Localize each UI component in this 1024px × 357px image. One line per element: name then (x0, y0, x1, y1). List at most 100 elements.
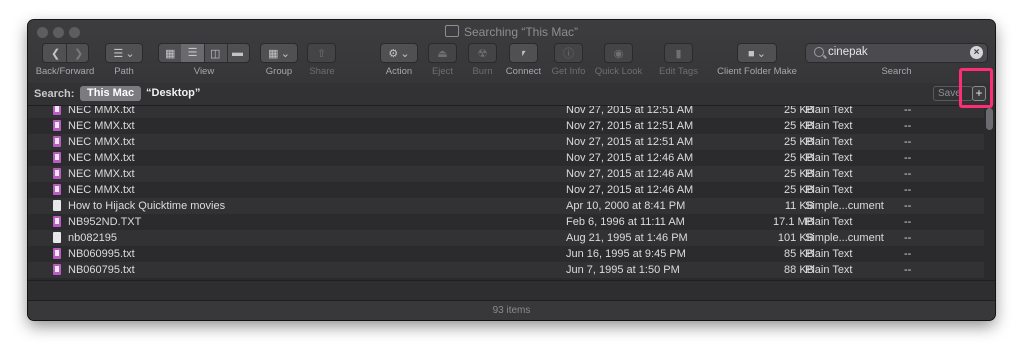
clear-search-icon[interactable]: × (970, 46, 983, 59)
client-folder-make-button[interactable]: ■ ⌄ (737, 43, 777, 63)
get-info-button[interactable]: ⓘ (554, 43, 583, 63)
list-view-icon[interactable]: ☰ (181, 44, 204, 62)
file-tags: -- (904, 216, 912, 228)
back-forward-label: Back/Forward (35, 66, 95, 77)
file-tags: -- (904, 120, 912, 132)
view-control[interactable]: ▦ ☰ ◫ ▬ (158, 43, 250, 63)
file-name: NB060795.txt (68, 264, 135, 276)
table-row[interactable]: NEC MMX.txt Nov 27, 2015 at 12:46 AM 25 … (28, 166, 984, 182)
date-modified: Jun 16, 1995 at 9:45 PM (566, 248, 686, 260)
eye-icon: ◉ (613, 47, 624, 60)
file-size: 25 KB (784, 106, 814, 116)
action-button[interactable]: ⚙ ⌄ (380, 43, 418, 63)
connect-icon: ⎖ (519, 46, 528, 59)
eject-button[interactable]: ⏏ (428, 43, 457, 63)
burn-label: Burn (472, 66, 493, 77)
file-kind: Plain Text (805, 264, 853, 276)
text-file-icon (53, 168, 61, 179)
window-title: Searching “This Mac” (28, 25, 995, 39)
text-file-icon (53, 216, 61, 227)
table-row[interactable]: NEC MMX.txt Nov 27, 2015 at 12:51 AM 25 … (28, 106, 984, 118)
tag-icon: ▮ (675, 47, 682, 60)
file-name: NEC MMX.txt (68, 168, 135, 180)
file-tags: -- (904, 248, 912, 260)
path-button[interactable]: ☰ ⌄ (105, 43, 143, 63)
file-size: 25 KB (784, 184, 814, 196)
item-count: 93 items (492, 305, 531, 316)
back-forward-control[interactable]: ❮ ❯ (42, 43, 89, 63)
scrollbar-thumb[interactable] (986, 108, 993, 130)
vertical-scrollbar[interactable] (984, 106, 995, 280)
file-kind: Plain Text (805, 106, 853, 116)
text-file-icon (53, 106, 61, 115)
edit-tags-label: Edit Tags (659, 66, 698, 77)
quick-look-button[interactable]: ◉ (604, 43, 633, 63)
file-kind: Plain Text (805, 120, 853, 132)
folder-icon: ■ ⌄ (747, 47, 767, 60)
file-size: 101 KB (777, 232, 814, 244)
table-row[interactable]: NB952ND.TXT Feb 6, 1996 at 11:11 AM 17.1… (28, 214, 984, 230)
search-input[interactable]: cinepak (828, 46, 868, 58)
search-folder-icon (444, 25, 459, 37)
table-row[interactable]: NEC MMX.txt Nov 27, 2015 at 12:51 AM 25 … (28, 134, 984, 150)
table-row[interactable]: NB060995.txt Jun 16, 1995 at 9:45 PM 85 … (28, 246, 984, 262)
back-icon[interactable]: ❮ (51, 47, 60, 60)
date-modified: Nov 27, 2015 at 12:51 AM (566, 106, 694, 116)
path-bar (28, 280, 995, 300)
quick-look-label: Quick Look (594, 66, 643, 77)
file-kind: Plain Text (805, 168, 853, 180)
status-bar: 93 items (28, 300, 995, 320)
scope-this-mac-button[interactable]: This Mac (80, 86, 142, 101)
search-field[interactable]: cinepak × (805, 43, 988, 63)
path-icon: ☰ ⌄ (113, 47, 135, 60)
save-search-button[interactable]: Save (933, 86, 973, 101)
file-tags: -- (904, 106, 912, 116)
date-modified: Aug 21, 1995 at 1:46 PM (566, 232, 688, 244)
info-icon: ⓘ (563, 48, 574, 60)
add-criteria-button[interactable]: + (972, 86, 986, 101)
action-label: Action (385, 66, 413, 77)
file-name: NEC MMX.txt (68, 184, 135, 196)
icon-view-icon[interactable]: ▦ (165, 47, 175, 60)
file-name: NB952ND.TXT (68, 216, 142, 228)
file-name: NEC MMX.txt (68, 106, 135, 116)
group-button[interactable]: ▦ ⌄ (260, 43, 298, 63)
column-view-icon[interactable]: ◫ (210, 47, 220, 60)
table-row[interactable]: NEC MMX.txt Nov 27, 2015 at 12:46 AM 25 … (28, 182, 984, 198)
connect-button[interactable]: ⎖ (509, 43, 538, 63)
search-label: Search (881, 66, 912, 77)
burn-icon: ☢ (477, 47, 488, 60)
gallery-view-icon[interactable]: ▬ (232, 47, 243, 59)
table-row[interactable]: NEC MMX.txt Nov 27, 2015 at 12:51 AM 25 … (28, 118, 984, 134)
group-icon: ▦ ⌄ (268, 47, 290, 60)
table-row[interactable]: NB060795.txt Jun 7, 1995 at 1:50 PM 88 K… (28, 262, 984, 278)
table-row[interactable]: nb082195 Aug 21, 1995 at 1:46 PM 101 KB … (28, 230, 984, 246)
date-modified: Nov 27, 2015 at 12:46 AM (566, 184, 694, 196)
search-scope-label: Search: (34, 88, 75, 100)
file-size: 25 KB (784, 152, 814, 164)
edit-tags-button[interactable]: ▮ (664, 43, 693, 63)
file-kind: Plain Text (805, 136, 853, 148)
file-size: 85 KB (784, 248, 814, 260)
table-row[interactable]: How to Hijack Quicktime movies Apr 10, 2… (28, 198, 984, 214)
get-info-label: Get Info (551, 66, 586, 77)
date-modified: Apr 10, 2000 at 8:41 PM (566, 200, 686, 212)
date-modified: Nov 27, 2015 at 12:46 AM (566, 152, 694, 164)
eject-icon: ⏏ (437, 47, 448, 60)
file-tags: -- (904, 232, 912, 244)
share-button[interactable]: ⇧ (307, 43, 336, 63)
file-tags: -- (904, 184, 912, 196)
file-kind: Plain Text (805, 152, 853, 164)
table-row[interactable]: NEC MMX.txt Nov 27, 2015 at 12:46 AM 25 … (28, 150, 984, 166)
client-folder-make-label: Client Folder Make (717, 66, 797, 77)
text-file-icon (53, 152, 61, 163)
burn-button[interactable]: ☢ (468, 43, 497, 63)
search-scope-bar: Search: This Mac “Desktop” Save + (28, 83, 995, 106)
file-tags: -- (904, 200, 912, 212)
forward-icon[interactable]: ❯ (74, 47, 83, 60)
scope-desktop-button[interactable]: “Desktop” (146, 87, 200, 99)
file-size: 88 KB (784, 264, 814, 276)
search-icon (814, 47, 824, 57)
date-modified: Nov 27, 2015 at 12:51 AM (566, 120, 694, 132)
file-size: 17.1 MB (773, 216, 814, 228)
